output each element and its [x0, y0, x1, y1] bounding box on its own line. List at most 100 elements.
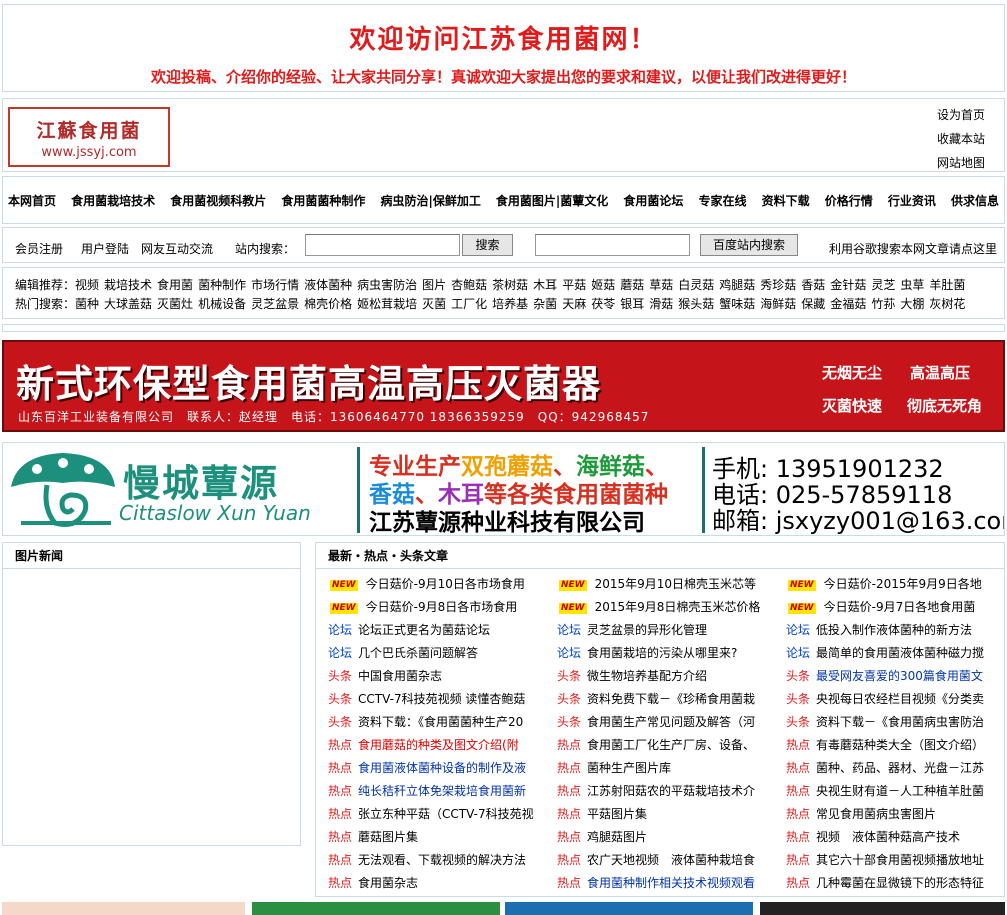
nav-home[interactable]: 本网首页: [8, 192, 56, 209]
news-title-link[interactable]: 其它六十部食用菌视频播放地址: [816, 853, 984, 867]
editor-tag-link[interactable]: 菌种制作: [198, 278, 246, 292]
news-title-link[interactable]: 鸡腿菇图片: [587, 830, 647, 844]
news-item[interactable]: 头条 央视每日农经栏目视频《分类卖: [786, 690, 991, 707]
news-item[interactable]: 热点 无法观看、下载视频的解决方法: [328, 851, 540, 868]
spawn-company-ad-banner[interactable]: 慢城蕈源 Cittaslow Xun Yuan 专业生产双孢蘑菇、海鲜菇、 香菇…: [2, 442, 1005, 536]
editor-tag-link[interactable]: 病虫害防治: [357, 278, 417, 292]
news-title-link[interactable]: 中国食用菌杂志: [358, 669, 442, 683]
interaction-link[interactable]: 网友互动交流: [141, 240, 213, 257]
hot-tag-link[interactable]: 滑菇: [649, 297, 673, 311]
news-title-link[interactable]: 平菇图片集: [587, 807, 647, 821]
news-title-link[interactable]: 视频 液体菌种菇高产技术: [816, 830, 960, 844]
news-item[interactable]: 热点 鸡腿菇图片: [557, 828, 769, 845]
nav-video[interactable]: 食用菌视频科教片: [170, 192, 266, 209]
baidu-search-input[interactable]: [535, 234, 690, 256]
editor-tag-link[interactable]: 羊肚菌: [929, 278, 965, 292]
nav-pest[interactable]: 病虫防治|保鲜加工: [380, 192, 480, 209]
user-login-link[interactable]: 用户登陆: [81, 240, 129, 257]
editor-tag-link[interactable]: 食用菌: [157, 278, 193, 292]
news-item[interactable]: 热点 食用菌液体菌种设备的制作及液: [328, 759, 540, 776]
news-item[interactable]: 热点 食用菌工厂化生产厂房、设备、: [557, 736, 769, 753]
nav-spawn[interactable]: 食用菌菌种制作: [281, 192, 365, 209]
news-title-link[interactable]: 食用菌液体菌种设备的制作及液: [358, 761, 526, 775]
news-title-link[interactable]: 最简单的食用菌液体菌种磁力搅: [816, 646, 984, 660]
editor-tag-link[interactable]: 茶树菇: [492, 278, 528, 292]
news-title-link[interactable]: 资料免费下载－《珍稀食用菌栽: [587, 692, 755, 706]
news-item[interactable]: 热点 食用菌杂志: [328, 874, 540, 891]
sterilizer-ad-banner[interactable]: 新式环保型食用菌高温高压灭菌器 无烟无尘 高温高压 灭菌快速 彻底无死角 山东百…: [2, 340, 1005, 432]
editor-tag-link[interactable]: 姬菇: [591, 278, 615, 292]
hot-tag-link[interactable]: 灰树花: [929, 297, 965, 311]
news-item[interactable]: 热点 农广天地视频 液体菌种栽培食: [557, 851, 769, 868]
hot-tag-link[interactable]: 金福菇: [830, 297, 866, 311]
news-item[interactable]: 热点 常见食用菌病虫害图片: [786, 805, 991, 822]
news-item[interactable]: 头条 微生物培养基配方介绍: [557, 667, 769, 684]
editor-tag-link[interactable]: 金针菇: [830, 278, 866, 292]
news-item[interactable]: 论坛 几个巴氏杀菌问题解答: [328, 644, 540, 661]
hot-tag-link[interactable]: 姬松茸栽培: [357, 297, 417, 311]
nav-downloads[interactable]: 资料下载: [762, 192, 810, 209]
news-title-link[interactable]: 食用菌工厂化生产厂房、设备、: [587, 738, 755, 752]
news-item[interactable]: 热点 有毒蘑菇种类大全（图文介绍）: [786, 736, 991, 753]
set-homepage-link[interactable]: 设为首页: [937, 103, 985, 127]
news-item[interactable]: 热点 蘑菇图片集: [328, 828, 540, 845]
news-item[interactable]: 论坛 论坛正式更名为菌菇论坛: [328, 621, 540, 638]
nav-pictures[interactable]: 食用菌图片|菌蕈文化: [496, 192, 608, 209]
news-title-link[interactable]: 纯长秸秆立体免架栽培食用菌新: [358, 784, 526, 798]
hot-tag-link[interactable]: 天麻: [562, 297, 586, 311]
news-title-link[interactable]: 几种霉菌在显微镜下的形态特征: [816, 876, 984, 890]
nav-supply[interactable]: 供求信息: [951, 192, 999, 209]
news-title-link[interactable]: 江苏射阳菇农的平菇栽培技术介: [587, 784, 755, 798]
news-title-link[interactable]: 今日菇价-9月8日各市场食用: [366, 600, 518, 614]
news-item[interactable]: 热点 食用菌种制作相关技术视频观看: [557, 874, 769, 891]
news-item[interactable]: 热点 菌种生产图片库: [557, 759, 769, 776]
baidu-search-button[interactable]: 百度站内搜索: [700, 234, 798, 256]
editor-tag-link[interactable]: 虫草: [900, 278, 924, 292]
hot-tag-link[interactable]: 大球盖菇: [104, 297, 152, 311]
search-button[interactable]: 搜索: [462, 234, 513, 256]
news-title-link[interactable]: 微生物培养基配方介绍: [587, 669, 707, 683]
hot-tag-link[interactable]: 灭菌灶: [157, 297, 193, 311]
news-item[interactable]: 热点 食用蘑菇的种类及图文介绍(附: [328, 736, 540, 753]
news-title-link[interactable]: 2015年9月8日棉壳玉米芯价格: [595, 600, 761, 614]
bottom-banner-strip[interactable]: [0, 902, 1007, 915]
news-item[interactable]: 头条 CCTV-7科技苑视频 读懂杏鲍菇: [328, 690, 540, 707]
news-title-link[interactable]: 食用菌栽培的污染从哪里来?: [587, 646, 737, 660]
hot-tag-link[interactable]: 保藏: [801, 297, 825, 311]
news-title-link[interactable]: 食用菌杂志: [358, 876, 418, 890]
news-item[interactable]: 热点 央视生财有道－人工种植羊肚菌: [786, 782, 991, 799]
nav-cultivation[interactable]: 食用菌栽培技术: [71, 192, 155, 209]
news-title-link[interactable]: 今日菇价-9月7日各地食用菌: [824, 600, 976, 614]
news-title-link[interactable]: 央视每日农经栏目视频《分类卖: [816, 692, 984, 706]
editor-tag-link[interactable]: 秀珍菇: [760, 278, 796, 292]
news-title-link[interactable]: 2015年9月10日棉壳玉米芯等: [595, 577, 756, 591]
news-title-link[interactable]: 蘑菇图片集: [358, 830, 418, 844]
editor-tag-link[interactable]: 平菇: [562, 278, 586, 292]
hot-tag-link[interactable]: 机械设备: [198, 297, 246, 311]
hot-tag-link[interactable]: 猴头菇: [678, 297, 714, 311]
editor-tag-link[interactable]: 木耳: [533, 278, 557, 292]
news-title-link[interactable]: 资料下载：《食用菌菌种生产20: [358, 715, 523, 729]
member-register-link[interactable]: 会员注册: [15, 240, 63, 257]
news-title-link[interactable]: 几个巴氏杀菌问题解答: [358, 646, 478, 660]
news-title-link[interactable]: 张立东种平菇（CCTV-7科技苑视: [358, 807, 534, 821]
news-title-link[interactable]: 最受网友喜爱的300篇食用菌文: [816, 669, 983, 683]
hot-tag-link[interactable]: 菌种: [75, 297, 99, 311]
news-title-link[interactable]: 食用菌生产常见问题及解答（河: [587, 715, 755, 729]
hot-tag-link[interactable]: 竹荪: [871, 297, 895, 311]
news-title-link[interactable]: 食用菌种制作相关技术视频观看: [587, 876, 755, 890]
news-item[interactable]: NEW 今日菇价-9月8日各市场食用: [328, 598, 540, 615]
news-title-link[interactable]: CCTV-7科技苑视频 读懂杏鲍菇: [358, 692, 525, 706]
hot-tag-link[interactable]: 银耳: [620, 297, 644, 311]
news-title-link[interactable]: 资料下载－《食用菌病虫害防治: [816, 715, 984, 729]
editor-tag-link[interactable]: 市场行情: [251, 278, 299, 292]
news-item[interactable]: NEW 今日菇价-9月10日各市场食用: [328, 575, 540, 592]
news-item[interactable]: 论坛 灵芝盆景的异形化管理: [557, 621, 769, 638]
news-item[interactable]: 热点 其它六十部食用菌视频播放地址: [786, 851, 991, 868]
news-item[interactable]: 论坛 最简单的食用菌液体菌种磁力搅: [786, 644, 991, 661]
news-title-link[interactable]: 央视生财有道－人工种植羊肚菌: [816, 784, 984, 798]
hot-tag-link[interactable]: 茯苓: [591, 297, 615, 311]
news-item[interactable]: 头条 资料下载：《食用菌菌种生产20: [328, 713, 540, 730]
news-title-link[interactable]: 灵芝盆景的异形化管理: [587, 623, 707, 637]
nav-experts[interactable]: 专家在线: [699, 192, 747, 209]
